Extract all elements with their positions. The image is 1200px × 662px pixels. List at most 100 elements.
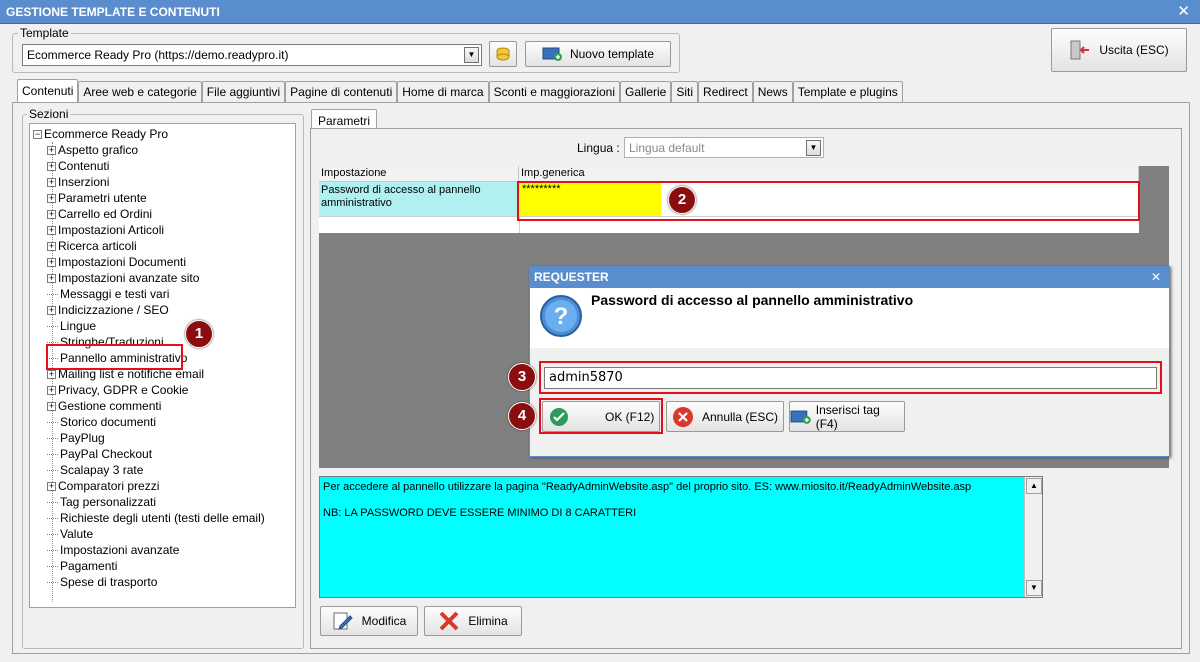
expand-icon[interactable]: + <box>47 210 56 220</box>
expand-icon[interactable]: + <box>47 242 56 252</box>
close-icon[interactable]: ✕ <box>1151 267 1161 288</box>
expand-icon[interactable]: + <box>47 274 56 284</box>
requester-title-bar: REQUESTER ✕ <box>530 267 1169 288</box>
tree-item-label: PayPal Checkout <box>60 447 153 461</box>
tab-8[interactable]: Redirect <box>698 81 753 103</box>
tab-2[interactable]: File aggiuntivi <box>201 81 286 103</box>
tree-item[interactable]: Storico documenti <box>47 414 156 430</box>
expand-icon[interactable]: + <box>47 194 56 204</box>
tree-item-label: Comparatori prezzi <box>58 479 160 493</box>
tab-3[interactable]: Pagine di contenuti <box>285 81 398 103</box>
tree-item[interactable]: Impostazioni avanzate <box>47 542 179 558</box>
lingua-label: Lingua : <box>577 141 620 155</box>
new-template-label: Nuovo template <box>569 47 655 61</box>
tree-item[interactable]: + Impostazioni Documenti <box>47 254 186 270</box>
tree-item[interactable]: PayPal Checkout <box>47 446 152 462</box>
tree-item[interactable]: PayPlug <box>47 430 105 446</box>
tab-1[interactable]: Aree web e categorie <box>78 81 202 103</box>
database-button[interactable] <box>489 41 517 67</box>
expand-icon[interactable]: + <box>47 258 56 268</box>
tab-0[interactable]: Contenuti <box>17 79 79 103</box>
exit-button[interactable]: Uscita (ESC) <box>1051 28 1187 72</box>
tree-item[interactable]: + Contenuti <box>47 158 109 174</box>
col-header-value: Imp.generica <box>519 166 1139 182</box>
svg-text:?: ? <box>554 303 569 330</box>
tree-item[interactable]: + Parametri utente <box>47 190 147 206</box>
tree-item[interactable]: Lingue <box>47 318 96 334</box>
tree-item[interactable]: Scalapay 3 rate <box>47 462 143 478</box>
window-title: GESTIONE TEMPLATE E CONTENUTI <box>6 5 220 19</box>
tab-4[interactable]: Home di marca <box>397 81 489 103</box>
tree-connector <box>47 326 58 328</box>
delete-button[interactable]: Elimina <box>424 606 522 636</box>
close-icon[interactable]: ✕ <box>1177 0 1190 24</box>
tree-item-label: Aspetto grafico <box>58 143 139 157</box>
expand-icon[interactable]: + <box>47 402 56 412</box>
info-line-1: Per accedere al pannello utilizzare la p… <box>323 481 972 493</box>
tree-item-label: Ricerca articoli <box>58 239 137 253</box>
tree-item[interactable]: + Indicizzazione / SEO <box>47 302 169 318</box>
tree-item-label: Richieste degli utenti (testi delle emai… <box>60 511 265 525</box>
tree-item[interactable]: Spese di trasporto <box>47 574 157 590</box>
insert-tag-button[interactable]: Inserisci tag (F4) <box>789 401 905 432</box>
database-icon <box>496 47 510 61</box>
tab-7[interactable]: Siti <box>671 81 699 103</box>
template-select-value: Ecommerce Ready Pro (https://demo.readyp… <box>27 48 289 62</box>
tab-10[interactable]: Template e plugins <box>792 81 903 103</box>
tree-item-highlight <box>46 344 183 370</box>
cancel-x-icon <box>672 406 693 427</box>
tab-6[interactable]: Gallerie <box>620 81 672 103</box>
tree-item-label: Valute <box>60 527 94 541</box>
expand-icon[interactable]: + <box>47 146 56 156</box>
tree-item[interactable]: + Gestione commenti <box>47 398 161 414</box>
collapse-icon[interactable]: − <box>33 130 42 140</box>
tree-item[interactable]: + Comparatori prezzi <box>47 478 159 494</box>
tree-item[interactable]: Tag personalizzati <box>47 494 156 510</box>
tree-item[interactable]: + Ricerca articoli <box>47 238 137 254</box>
template-select[interactable]: Ecommerce Ready Pro (https://demo.readyp… <box>22 44 482 66</box>
setting-cell[interactable]: Password di accesso al pannello amminist… <box>319 182 519 216</box>
tree-item[interactable]: Richieste degli utenti (testi delle emai… <box>47 510 265 526</box>
tree-connector <box>47 294 58 296</box>
chevron-down-icon[interactable]: ▼ <box>806 140 821 156</box>
edit-button[interactable]: Modifica <box>320 606 418 636</box>
tree-item-label: Messaggi e testi vari <box>60 287 170 301</box>
expand-icon[interactable]: + <box>47 178 56 188</box>
tree-item[interactable]: + Aspetto grafico <box>47 142 138 158</box>
tree-item[interactable]: Messaggi e testi vari <box>47 286 169 302</box>
tree-item-label: Impostazioni Articoli <box>58 223 165 237</box>
tree-item[interactable]: Pagamenti <box>47 558 117 574</box>
tree-root[interactable]: − Ecommerce Ready Pro <box>33 126 168 142</box>
tree-item[interactable]: + Impostazioni avanzate sito <box>47 270 199 286</box>
tree-item-label: Gestione commenti <box>58 399 162 413</box>
expand-icon[interactable]: + <box>47 482 56 492</box>
expand-icon[interactable]: + <box>47 386 56 396</box>
tree-item[interactable]: + Inserzioni <box>47 174 109 190</box>
tree-item-label: Inserzioni <box>58 175 110 189</box>
question-icon: ? <box>540 295 582 337</box>
cancel-label: Annulla (ESC) <box>701 409 779 424</box>
expand-icon[interactable]: + <box>47 162 56 172</box>
requester-question: Password di accesso al pannello amminist… <box>591 292 914 308</box>
tree-item[interactable]: + Privacy, GDPR e Cookie <box>47 382 188 398</box>
delete-x-icon <box>439 611 459 631</box>
chevron-down-icon[interactable]: ▼ <box>464 47 479 63</box>
tree-item[interactable]: + Impostazioni Articoli <box>47 222 164 238</box>
new-template-button[interactable]: Nuovo template <box>525 41 671 67</box>
tree-item-label: Pagamenti <box>60 559 118 573</box>
tree-item[interactable]: Valute <box>47 526 93 542</box>
info-scrollbar[interactable]: ▲ ▼ <box>1024 477 1042 597</box>
template-group-label: Template <box>18 26 71 40</box>
tree-connector <box>47 422 58 424</box>
expand-icon[interactable]: + <box>47 306 56 316</box>
tree-item[interactable]: + Carrello ed Ordini <box>47 206 152 222</box>
expand-icon[interactable]: + <box>47 370 56 380</box>
cancel-button[interactable]: Annulla (ESC) <box>666 401 784 432</box>
lingua-select[interactable]: Lingua default ▼ <box>624 137 824 158</box>
expand-icon[interactable]: + <box>47 226 56 236</box>
scroll-up-icon[interactable]: ▲ <box>1026 478 1042 494</box>
insert-tag-icon <box>790 410 811 424</box>
tab-5[interactable]: Sconti e maggiorazioni <box>488 81 620 103</box>
tab-9[interactable]: News <box>752 81 793 103</box>
scroll-down-icon[interactable]: ▼ <box>1026 580 1042 596</box>
